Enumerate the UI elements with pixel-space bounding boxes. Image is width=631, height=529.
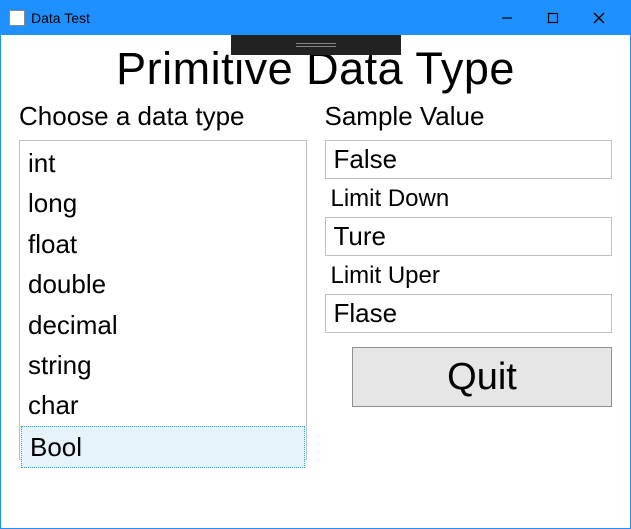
grip-strip [231,35,401,55]
right-column: Sample Value Limit Down Limit Uper Quit [325,101,613,460]
title-bar: Data Test [1,1,630,35]
limit-down-input[interactable] [325,217,613,256]
limit-down-label: Limit Down [331,185,611,213]
minimize-button[interactable] [484,1,530,35]
list-item[interactable]: long [20,183,306,223]
sample-value-input[interactable] [325,140,613,179]
columns: Choose a data type intlongfloatdoubledec… [19,101,612,460]
limit-upper-input[interactable] [325,294,613,333]
maximize-button[interactable] [530,1,576,35]
list-item[interactable]: Bool [21,426,305,468]
window-title: Data Test [31,10,90,26]
window-controls [484,1,622,35]
choose-label: Choose a data type [19,101,307,132]
client-area: Primitive Data Type Choose a data type i… [1,35,630,470]
sample-value-label: Sample Value [325,101,613,132]
list-item[interactable]: float [20,224,306,264]
list-item[interactable]: double [20,264,306,304]
close-button[interactable] [576,1,622,35]
app-window: Data Test Primitive Data Type Choose a d… [0,0,631,529]
list-item[interactable]: int [20,143,306,183]
limit-upper-label: Limit Uper [331,262,611,290]
list-item[interactable]: string [20,345,306,385]
datatype-listbox[interactable]: intlongfloatdoubledecimalstringcharBool [19,140,307,460]
quit-button[interactable]: Quit [352,347,612,407]
list-item[interactable]: char [20,385,306,425]
app-icon [9,10,25,26]
list-item[interactable]: decimal [20,305,306,345]
title-left: Data Test [9,10,90,26]
left-column: Choose a data type intlongfloatdoubledec… [19,101,307,460]
